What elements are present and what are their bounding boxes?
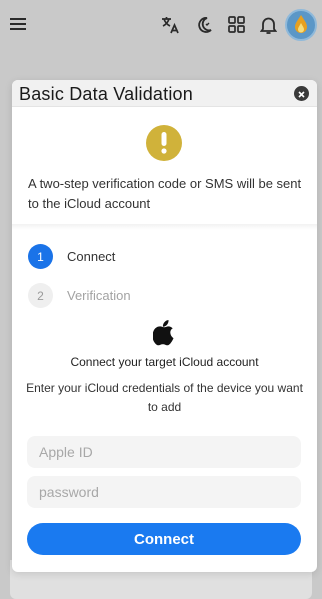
- apple-id-input[interactable]: [27, 436, 301, 468]
- translate-icon[interactable]: [160, 15, 180, 35]
- close-icon: [298, 85, 305, 103]
- step-connect: 1 Connect: [28, 244, 115, 269]
- connect-heading: Connect your target iCloud account: [70, 355, 259, 369]
- dialog-header: Basic Data Validation: [12, 80, 317, 107]
- close-button[interactable]: [294, 86, 309, 101]
- connect-description: Enter your iCloud credentials of the dev…: [26, 381, 303, 414]
- step-number: 1: [28, 244, 53, 269]
- apps-icon[interactable]: [228, 16, 245, 33]
- menu-icon[interactable]: [10, 17, 26, 31]
- validation-dialog: Basic Data Validation A two-step verific…: [12, 80, 317, 572]
- connect-button[interactable]: Connect: [27, 523, 301, 555]
- step-verification: 2 Verification: [28, 283, 131, 308]
- step-number: 2: [28, 283, 53, 308]
- top-bar: [0, 0, 322, 50]
- bell-icon[interactable]: [260, 15, 277, 35]
- dialog-title: Basic Data Validation: [19, 84, 193, 104]
- avatar[interactable]: [285, 9, 317, 41]
- warning-icon: [146, 125, 182, 161]
- step-label: Connect: [67, 249, 116, 264]
- step-label: Verification: [67, 288, 131, 303]
- apple-icon: [152, 320, 175, 351]
- password-input[interactable]: [27, 476, 301, 508]
- verification-notice: A two-step verification code or SMS will…: [28, 176, 302, 211]
- dark-mode-icon[interactable]: [195, 15, 213, 35]
- divider: [12, 224, 317, 230]
